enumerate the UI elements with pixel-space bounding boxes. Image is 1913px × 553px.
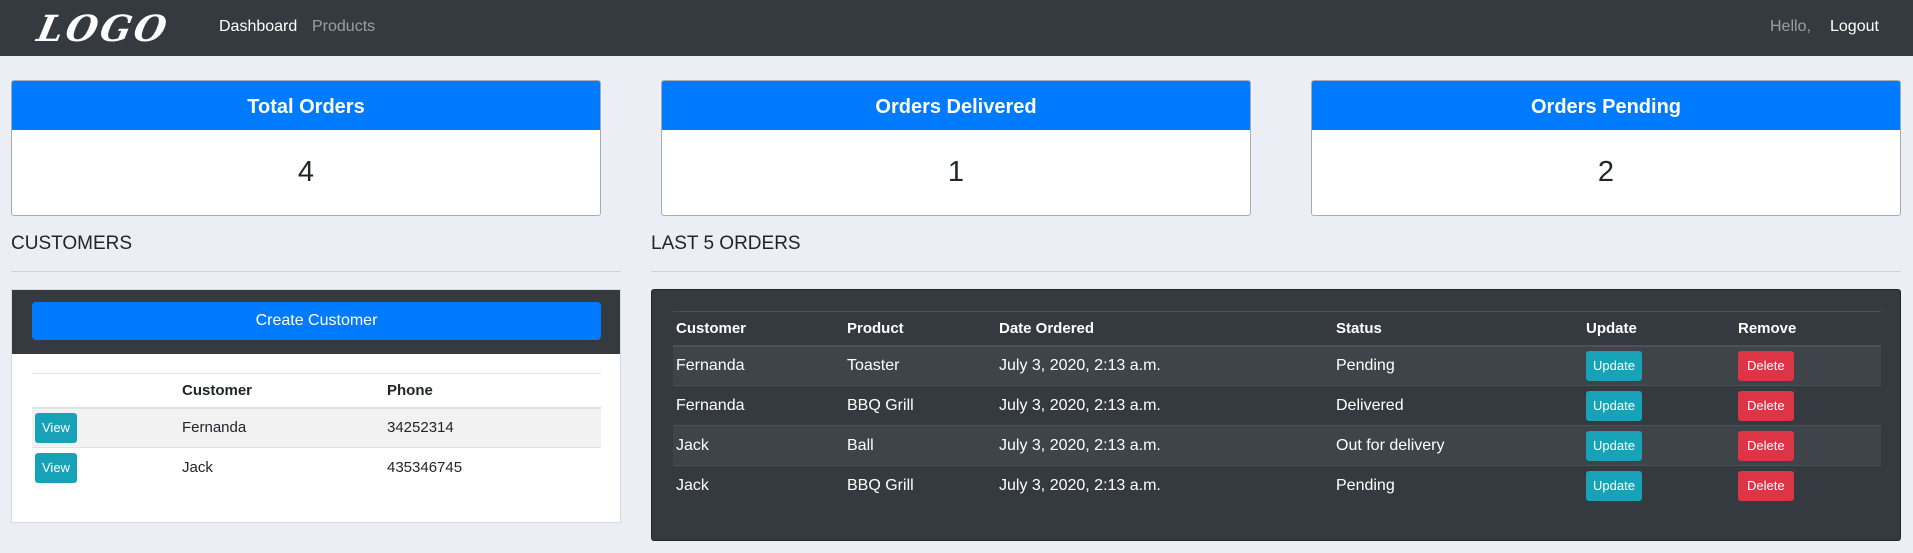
table-header-row: Customer Product Date Ordered Status Upd…	[673, 311, 1881, 347]
order-customer: Jack	[673, 425, 844, 466]
table-row: Jack Ball July 3, 2020, 2:13 a.m. Out fo…	[673, 425, 1881, 466]
orders-section-title: LAST 5 ORDERS	[651, 233, 801, 254]
update-button[interactable]: Update	[1586, 350, 1642, 381]
order-customer: Fernanda	[673, 345, 844, 386]
stat-card-value: 4	[297, 156, 315, 188]
create-customer-button[interactable]: Create Customer	[32, 302, 601, 340]
stat-card-total-orders: Total Orders 4	[11, 80, 601, 216]
stat-card-orders-pending: Orders Pending 2	[1311, 80, 1901, 216]
delete-button[interactable]: Delete	[1738, 390, 1794, 421]
order-product: Ball	[844, 425, 996, 466]
stat-card-orders-delivered: Orders Delivered 1	[661, 80, 1251, 216]
customer-phone: 435346745	[384, 447, 601, 488]
column-header-remove: Remove	[1735, 311, 1881, 347]
order-status: Pending	[1333, 465, 1583, 506]
customers-section-title: CUSTOMERS	[11, 233, 133, 254]
order-product: BBQ Grill	[844, 385, 996, 426]
stat-card-value: 2	[1597, 156, 1615, 188]
table-row: Fernanda Toaster July 3, 2020, 2:13 a.m.…	[673, 345, 1881, 386]
view-button[interactable]: View	[35, 452, 77, 483]
table-row: View Fernanda 34252314	[32, 407, 601, 448]
orders-divider	[651, 271, 1901, 272]
logout-link[interactable]: Logout	[1830, 18, 1879, 36]
order-product: Toaster	[844, 345, 996, 386]
customer-name: Fernanda	[179, 407, 384, 448]
order-customer: Fernanda	[673, 385, 844, 426]
column-header-status: Status	[1333, 311, 1583, 347]
column-header-update: Update	[1583, 311, 1735, 347]
order-date: July 3, 2020, 2:13 a.m.	[996, 345, 1333, 386]
delete-button[interactable]: Delete	[1738, 430, 1794, 461]
order-date: July 3, 2020, 2:13 a.m.	[996, 425, 1333, 466]
customers-panel: Create Customer Customer Phone View Fern…	[11, 289, 621, 523]
order-customer: Jack	[673, 465, 844, 506]
nav-link-dashboard[interactable]: Dashboard	[219, 18, 297, 36]
order-product: BBQ Grill	[844, 465, 996, 506]
orders-panel: Customer Product Date Ordered Status Upd…	[651, 289, 1901, 541]
customers-table: Customer Phone View Fernanda 34252314 Vi…	[32, 373, 601, 488]
order-date: July 3, 2020, 2:13 a.m.	[996, 385, 1333, 426]
stat-card-title: Orders Pending	[1312, 81, 1900, 130]
column-header-phone: Phone	[384, 373, 601, 409]
customer-phone: 34252314	[384, 407, 601, 448]
order-status: Out for delivery	[1333, 425, 1583, 466]
customers-divider	[11, 271, 621, 272]
nav-link-products[interactable]: Products	[312, 18, 375, 36]
column-header-customer: Customer	[179, 373, 384, 409]
table-header-row: Customer Phone	[32, 373, 601, 409]
view-button[interactable]: View	[35, 412, 77, 443]
column-header-product: Product	[844, 311, 996, 347]
column-header-action	[32, 373, 179, 409]
order-date: July 3, 2020, 2:13 a.m.	[996, 465, 1333, 506]
logo[interactable]: LOGO	[34, 8, 174, 50]
navbar: LOGO Dashboard Products Hello, Logout	[0, 0, 1913, 56]
update-button[interactable]: Update	[1586, 430, 1642, 461]
table-row: Jack BBQ Grill July 3, 2020, 2:13 a.m. P…	[673, 465, 1881, 506]
update-button[interactable]: Update	[1586, 470, 1642, 501]
column-header-date-ordered: Date Ordered	[996, 311, 1333, 347]
table-row: Fernanda BBQ Grill July 3, 2020, 2:13 a.…	[673, 385, 1881, 426]
customer-name: Jack	[179, 447, 384, 488]
column-header-customer: Customer	[673, 311, 844, 347]
delete-button[interactable]: Delete	[1738, 350, 1794, 381]
orders-table: Customer Product Date Ordered Status Upd…	[673, 311, 1881, 506]
customers-panel-header: Create Customer	[12, 290, 620, 354]
stat-card-value: 1	[947, 156, 965, 188]
stat-card-title: Orders Delivered	[662, 81, 1250, 130]
delete-button[interactable]: Delete	[1738, 470, 1794, 501]
order-status: Pending	[1333, 345, 1583, 386]
table-row: View Jack 435346745	[32, 447, 601, 488]
order-status: Delivered	[1333, 385, 1583, 426]
update-button[interactable]: Update	[1586, 390, 1642, 421]
stat-card-title: Total Orders	[12, 81, 600, 130]
greeting-text: Hello,	[1770, 18, 1811, 35]
